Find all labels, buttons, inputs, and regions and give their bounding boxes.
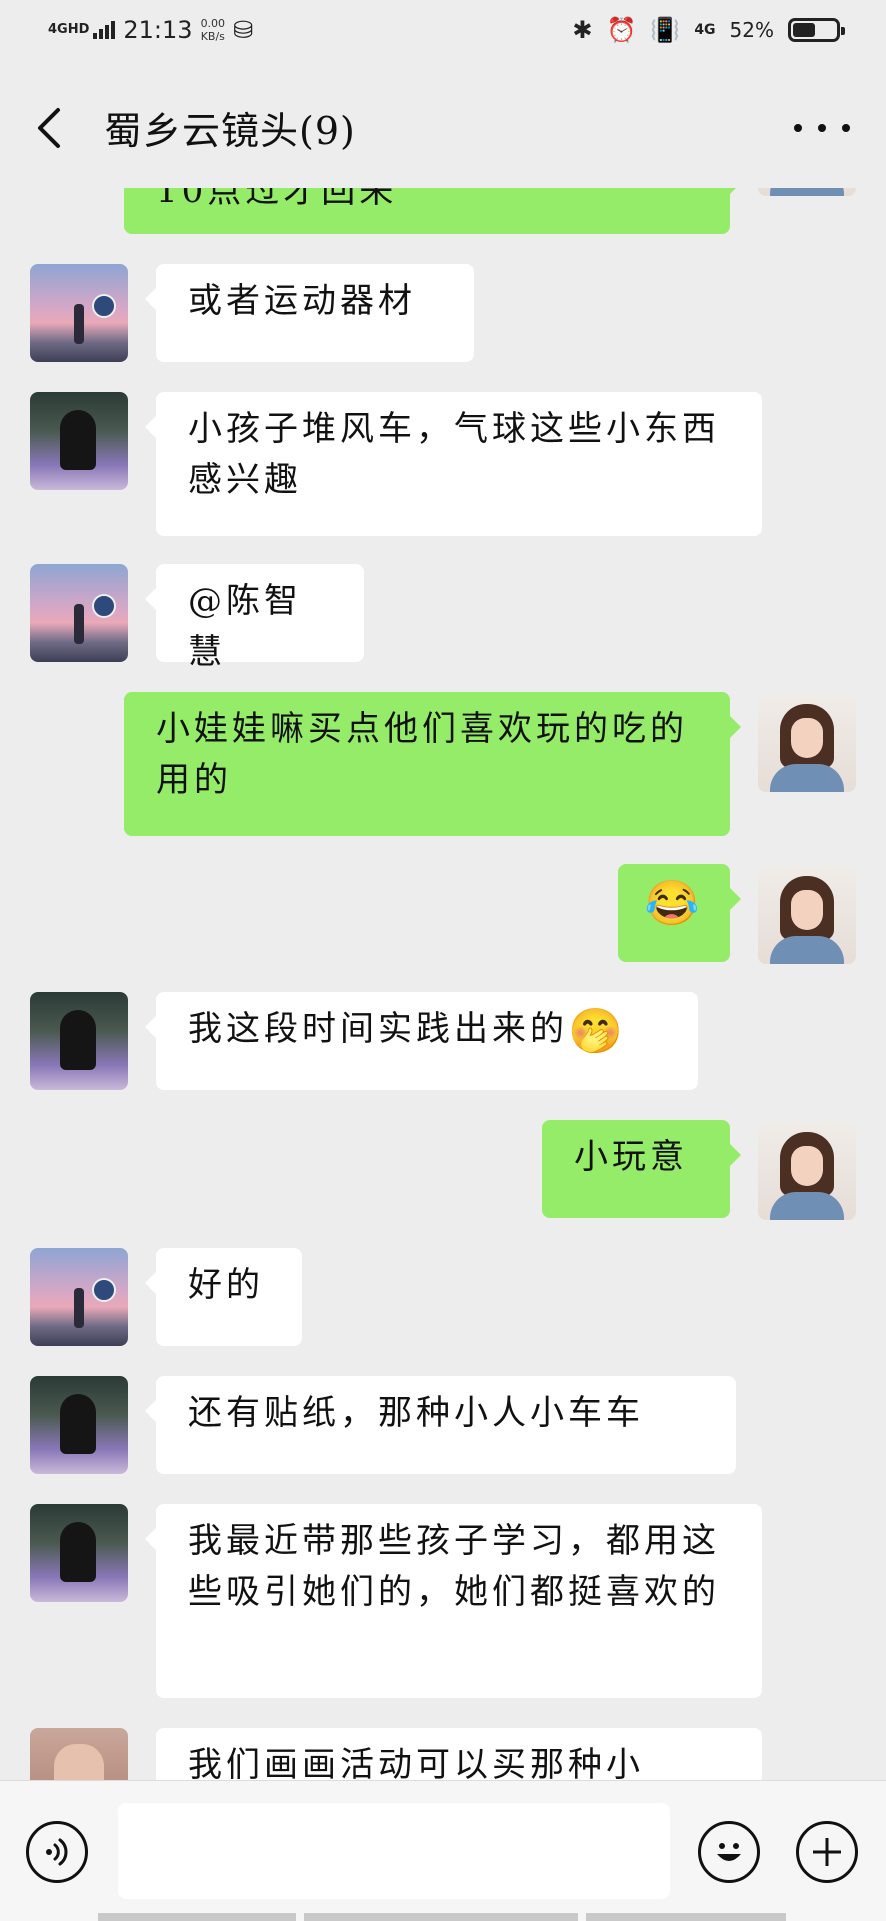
speed-value: 0.00 [200,17,226,30]
voice-input-icon[interactable] [26,1821,88,1883]
girl-avatar[interactable] [30,992,128,1090]
message-bubble-other[interactable]: 或者运动器材 [145,264,474,362]
message-text: 我最近带那些孩子学习，都用这些吸引她们的，她们都挺喜欢的 [188,1521,720,1612]
status-left: 4GHD 21:13 0.00 KB/s ⛁ [48,16,253,44]
message-bubble-self[interactable]: 10点过才回来 [124,188,741,234]
message-bubble-other[interactable]: 还有贴纸，那种小人小车车 [145,1376,736,1474]
alarm-icon: ⏰ [606,16,637,44]
status-bar: 4GHD 21:13 0.00 KB/s ⛁ ✱ ⏰ 📳 4G 52% [0,0,886,66]
my-avatar[interactable] [758,866,856,964]
message-bubble-self[interactable]: 😂 [618,864,741,962]
message-bubble-self[interactable]: 小玩意 [542,1120,741,1218]
my-avatar[interactable] [758,694,856,792]
message-bubble-other[interactable]: 好的 [145,1248,302,1346]
network-type-right: 4G [694,22,716,38]
message-input[interactable] [118,1803,670,1899]
network-speed: 0.00 KB/s [201,17,226,43]
signal-icon [93,21,116,39]
yawning-emoji-icon: 🤭 [568,1005,627,1057]
message-text: @陈智慧 [188,581,302,672]
plus-icon[interactable] [796,1821,858,1883]
message-bubble-other[interactable]: 我最近带那些孩子学习，都用这些吸引她们的，她们都挺喜欢的 [145,1504,762,1698]
network-type: 4GHD [48,22,90,37]
message-text: 10点过才回来 [156,188,398,211]
face-avatar[interactable] [30,1728,128,1780]
plus-cross-icon [813,1838,841,1866]
voice-waves-icon [46,1838,68,1866]
message-bubble-other[interactable]: @陈智慧 [145,564,364,672]
laughing-emoji-icon: 😂 [644,877,704,929]
girl-avatar[interactable] [30,1376,128,1474]
input-bar [0,1780,886,1921]
speed-unit: KB/s [200,30,225,43]
girl-avatar[interactable] [30,392,128,490]
message-bubble-other[interactable]: 我们画画活动可以买那种小 [156,1728,762,1780]
girl-avatar[interactable] [30,1504,128,1602]
data-warning-icon: ⛁ [233,16,254,44]
chat-area[interactable]: 10点过才回来 或者运动器材 小孩子堆风车，气球这些小东西感兴趣 @陈智慧 小娃… [0,188,886,1780]
sunset-avatar[interactable] [30,564,128,662]
message-bubble-other[interactable]: 小孩子堆风车，气球这些小东西感兴趣 [145,392,762,536]
vibrate-icon: 📳 [650,16,681,44]
smiley-face-icon [717,1843,741,1861]
more-options-icon[interactable] [794,106,850,150]
message-text: 小娃娃嘛买点他们喜欢玩的吃的用的 [156,709,688,800]
message-text: 小孩子堆风车，气球这些小东西感兴趣 [188,409,720,500]
sunset-avatar[interactable] [30,1248,128,1346]
my-avatar[interactable] [758,1122,856,1220]
chat-title: 蜀乡云镜头(9) [104,109,356,153]
sunset-avatar[interactable] [30,264,128,362]
message-text: 还有贴纸，那种小人小车车 [188,1393,644,1433]
message-bubble-other[interactable]: 我这段时间实践出来的🤭 [145,992,698,1090]
status-right: ✱ ⏰ 📳 4G 52% [572,16,845,44]
message-text: 我们画画活动可以买那种小 [188,1745,644,1780]
emoji-icon[interactable] [698,1821,760,1883]
message-text: 或者运动器材 [188,281,416,321]
status-time: 21:13 [123,16,193,44]
message-text: 小玩意 [574,1137,688,1177]
battery-percent: 52% [729,18,774,42]
message-bubble-self[interactable]: 小娃娃嘛买点他们喜欢玩的吃的用的 [124,692,741,836]
nav-bar: 蜀乡云镜头(9) [0,66,886,188]
message-text: 我这段时间实践出来的 [188,1009,568,1049]
bluetooth-icon: ✱ [572,16,593,44]
battery-icon [788,18,845,42]
battery-fill [793,23,815,37]
my-avatar[interactable] [758,188,856,196]
back-icon[interactable] [32,106,72,150]
message-text: 好的 [188,1265,264,1305]
